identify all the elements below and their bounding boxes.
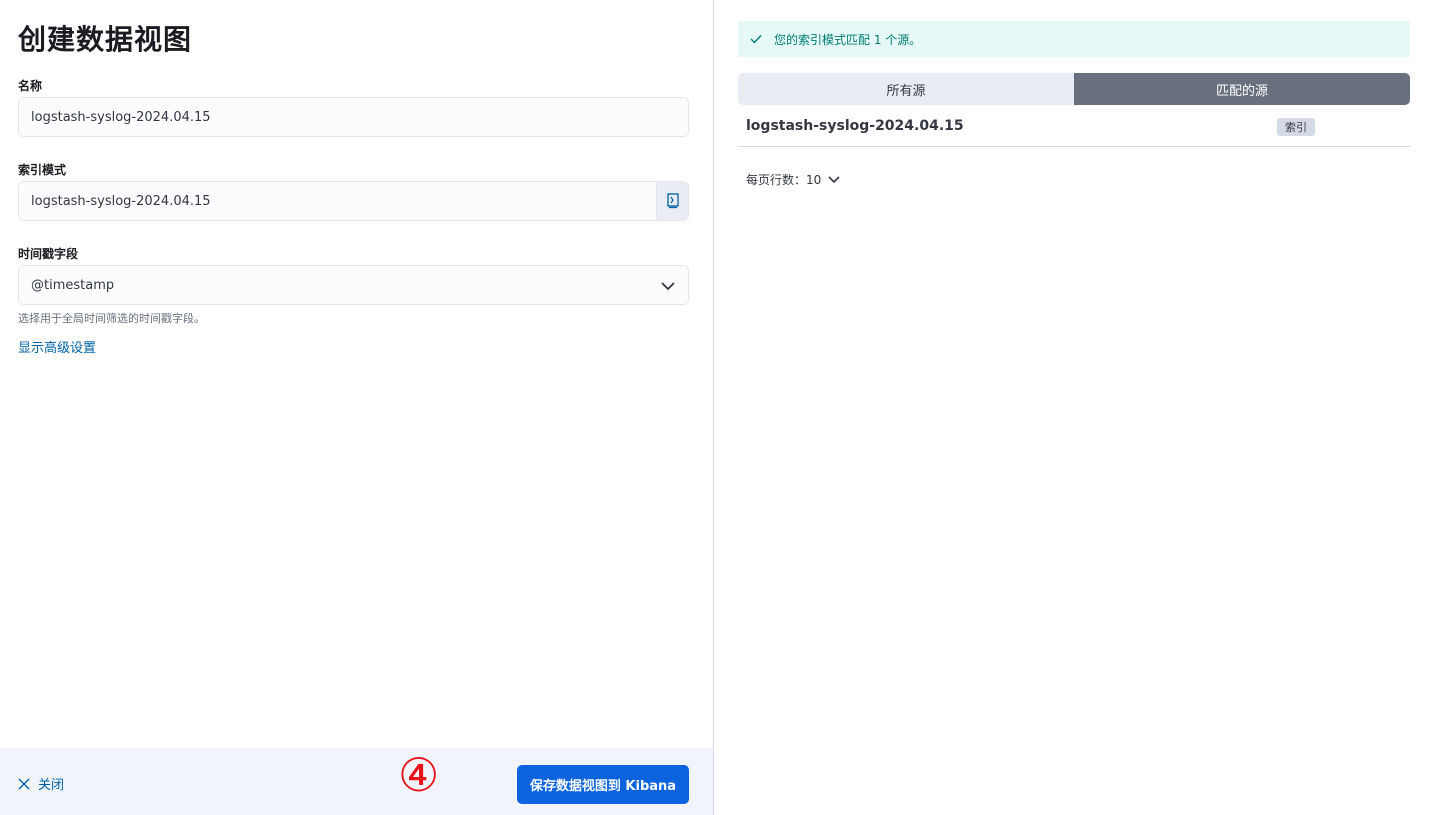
page-title: 创建数据视图 bbox=[18, 23, 193, 56]
index-pattern-input-value: logstash-syslog-2024.04.15 bbox=[31, 193, 211, 209]
tab-matched-sources[interactable]: 匹配的源 bbox=[1074, 73, 1410, 105]
source-tabs: 所有源 匹配的源 bbox=[738, 73, 1410, 105]
source-type-badge: 索引 bbox=[1277, 118, 1315, 136]
show-advanced-settings-link[interactable]: 显示高级设置 bbox=[18, 337, 96, 356]
copy-index-icon bbox=[666, 193, 679, 209]
match-callout: 您的索引模式匹配 1 个源。 bbox=[738, 21, 1410, 57]
step-annotation: ④ bbox=[398, 748, 440, 802]
timestamp-help-text: 选择用于全局时间筛选的时间戳字段。 bbox=[18, 312, 205, 325]
index-pattern-input[interactable]: logstash-syslog-2024.04.15 bbox=[18, 181, 689, 221]
rows-per-page-label: 每页行数：10 bbox=[746, 173, 822, 187]
name-label: 名称 bbox=[18, 79, 43, 93]
check-icon bbox=[750, 35, 762, 44]
timestamp-label: 时间戳字段 bbox=[18, 247, 79, 261]
save-data-view-button[interactable]: 保存数据视图到 Kibana bbox=[517, 765, 689, 804]
footer-bar: 关闭 ④ 保存数据视图到 Kibana bbox=[0, 748, 713, 815]
create-data-view-panel: 创建数据视图 名称 logstash-syslog-2024.04.15 索引模… bbox=[0, 0, 713, 815]
timestamp-select[interactable]: @timestamp bbox=[18, 265, 689, 305]
name-input[interactable]: logstash-syslog-2024.04.15 bbox=[18, 97, 689, 137]
tab-all-sources[interactable]: 所有源 bbox=[738, 73, 1074, 105]
name-input-value: logstash-syslog-2024.04.15 bbox=[31, 109, 211, 125]
chevron-down-icon bbox=[828, 175, 840, 183]
chevron-down-icon bbox=[661, 282, 675, 291]
close-button[interactable]: 关闭 bbox=[18, 774, 64, 793]
timestamp-select-value: @timestamp bbox=[31, 277, 115, 293]
close-button-label: 关闭 bbox=[38, 778, 65, 793]
sources-panel: 您的索引模式匹配 1 个源。 所有源 匹配的源 logstash-syslog-… bbox=[714, 0, 1429, 815]
table-row: logstash-syslog-2024.04.15 索引 bbox=[738, 106, 1410, 147]
source-name: logstash-syslog-2024.04.15 bbox=[746, 118, 964, 134]
close-icon bbox=[18, 778, 30, 789]
index-pattern-help-button[interactable] bbox=[656, 182, 688, 220]
rows-per-page-button[interactable]: 每页行数：10 bbox=[746, 171, 841, 188]
match-callout-text: 您的索引模式匹配 1 个源。 bbox=[774, 32, 922, 47]
index-pattern-label: 索引模式 bbox=[18, 163, 67, 177]
